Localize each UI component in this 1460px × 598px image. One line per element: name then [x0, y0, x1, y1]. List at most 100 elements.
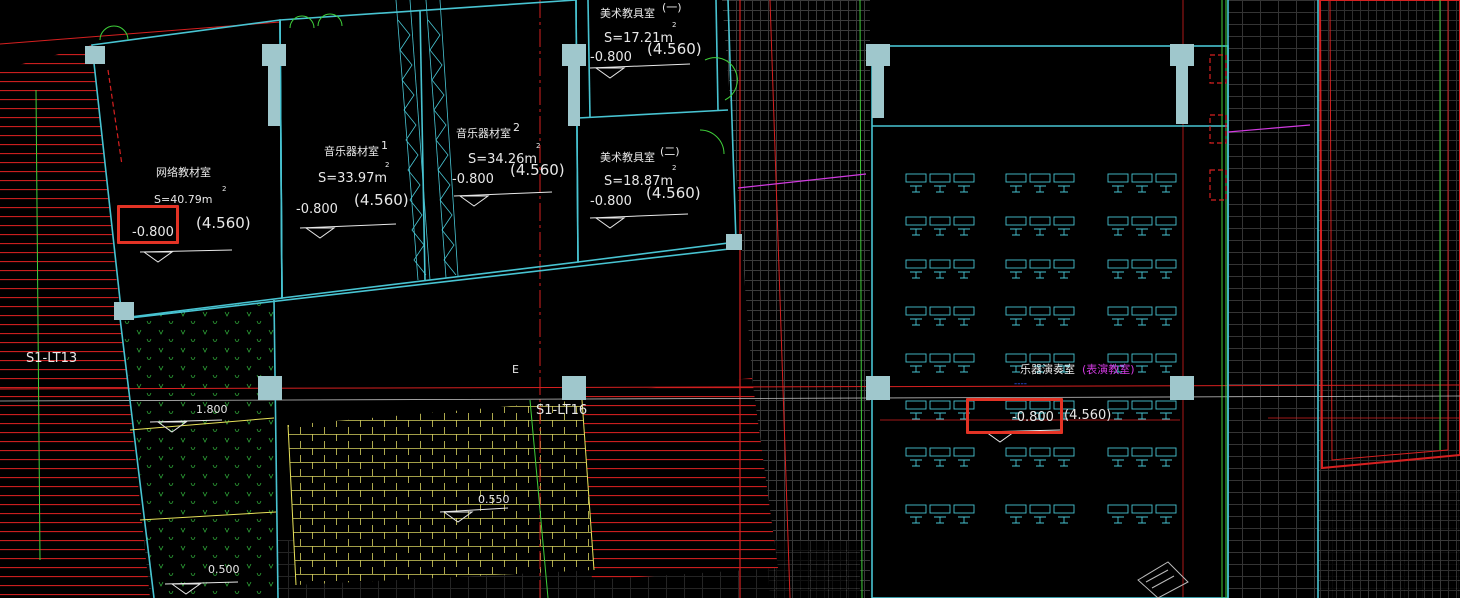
- lab-table: [929, 259, 951, 269]
- spot-level: 0.550: [478, 493, 510, 506]
- lab-table: [1053, 173, 1075, 183]
- lab-table: [1053, 306, 1075, 316]
- lab-stool: [1112, 228, 1124, 236]
- lab-stool: [934, 271, 946, 279]
- lab-table: [1131, 173, 1153, 183]
- lab-table: [1029, 259, 1051, 269]
- lab-stool: [1136, 228, 1148, 236]
- room-level: -0.800: [590, 194, 632, 209]
- lab-stool: [1034, 318, 1046, 326]
- lab-table: [1131, 216, 1153, 226]
- lab-table: [953, 447, 975, 457]
- lab-stool: [1112, 271, 1124, 279]
- lab-stool: [958, 271, 970, 279]
- lab-table: [1005, 306, 1027, 316]
- lab-table: [1053, 216, 1075, 226]
- lab-stool: [934, 516, 946, 524]
- lab-table: [1155, 173, 1177, 183]
- lab-stool: [1112, 459, 1124, 467]
- room-area-sup: 2: [385, 161, 390, 169]
- lab-stool: [958, 228, 970, 236]
- cad-drawing-canvas[interactable]: 网络教材室 S=40.79m 2 -0.800 (4.560) 音乐器材室 1 …: [0, 0, 1460, 598]
- lab-table: [929, 216, 951, 226]
- lab-stool: [1010, 516, 1022, 524]
- lab-table: [1005, 504, 1027, 514]
- stair-label: S1-LT13: [26, 351, 78, 366]
- lab-stool: [1058, 459, 1070, 467]
- room-level: -0.800: [452, 172, 494, 187]
- lab-stool: [1112, 185, 1124, 193]
- room-number: (一): [662, 1, 682, 14]
- lab-table: [1107, 353, 1129, 363]
- lab-table: [1107, 173, 1129, 183]
- stair-label: S1-LT16: [536, 403, 588, 418]
- lab-tables: [905, 173, 1177, 524]
- lab-stool: [910, 271, 922, 279]
- room-level: -0.800: [590, 50, 632, 65]
- room-number: (二): [660, 145, 680, 158]
- lab-stool: [1058, 318, 1070, 326]
- lab-table: [1107, 447, 1129, 457]
- lab-table: [905, 306, 927, 316]
- lab-table: [1155, 216, 1177, 226]
- room-name: 音乐器材室: [456, 127, 511, 140]
- lab-table: [905, 216, 927, 226]
- lab-table: [1107, 400, 1129, 410]
- room-name: 美术教具室: [600, 7, 655, 20]
- room-level-alt: (4.560): [646, 184, 701, 202]
- lab-table: [1131, 400, 1153, 410]
- floor-plan-drawing: [0, 0, 1460, 598]
- lab-stool: [1136, 271, 1148, 279]
- room-number: 1: [381, 139, 388, 152]
- lab-table: [929, 353, 951, 363]
- lab-table: [1053, 353, 1075, 363]
- lab-table: [1029, 504, 1051, 514]
- lab-table: [1107, 259, 1129, 269]
- lab-stool: [958, 185, 970, 193]
- lab-stool: [1112, 516, 1124, 524]
- lab-stool: [1034, 185, 1046, 193]
- lab-stool: [1160, 412, 1172, 420]
- lab-table: [1029, 306, 1051, 316]
- lab-stool: [1112, 318, 1124, 326]
- lab-table: [929, 504, 951, 514]
- lab-stool: [1160, 365, 1172, 373]
- lab-table: [1029, 216, 1051, 226]
- lab-table: [1053, 504, 1075, 514]
- lab-stool: [958, 516, 970, 524]
- lab-stool: [1034, 516, 1046, 524]
- lab-stool: [910, 228, 922, 236]
- lab-stool: [1160, 185, 1172, 193]
- lab-table: [1005, 173, 1027, 183]
- room-area: S=33.97m: [318, 171, 388, 186]
- lab-stool: [1112, 412, 1124, 420]
- lab-table: [1107, 306, 1129, 316]
- room-area-sup: 2: [672, 21, 677, 29]
- lab-stool: [1160, 271, 1172, 279]
- room-level: -0.800: [296, 202, 338, 217]
- lab-stool: [1058, 271, 1070, 279]
- lab-table: [1005, 353, 1027, 363]
- lab-stool: [1010, 271, 1022, 279]
- lab-stool: [1010, 228, 1022, 236]
- lab-stool: [1160, 459, 1172, 467]
- lab-table: [905, 400, 927, 410]
- lab-stool: [934, 228, 946, 236]
- lab-stool: [934, 365, 946, 373]
- big-room-note: ----: [1014, 379, 1027, 389]
- lab-table: [1053, 447, 1075, 457]
- room-name: 网络教材室: [156, 166, 211, 179]
- room-name: 美术教具室: [600, 151, 655, 164]
- room-level-alt: (4.560): [510, 161, 565, 179]
- lab-table: [905, 173, 927, 183]
- lab-table: [953, 306, 975, 316]
- lab-table: [1005, 259, 1027, 269]
- lab-stool: [1034, 228, 1046, 236]
- spot-level: 1.800: [196, 403, 228, 416]
- room-area-sup: 2: [536, 142, 541, 150]
- room-area: S=40.79m: [154, 193, 213, 206]
- lab-stool: [934, 185, 946, 193]
- lab-table: [1029, 173, 1051, 183]
- lab-table: [953, 353, 975, 363]
- big-room-alt-name: (表演教室): [1082, 363, 1135, 376]
